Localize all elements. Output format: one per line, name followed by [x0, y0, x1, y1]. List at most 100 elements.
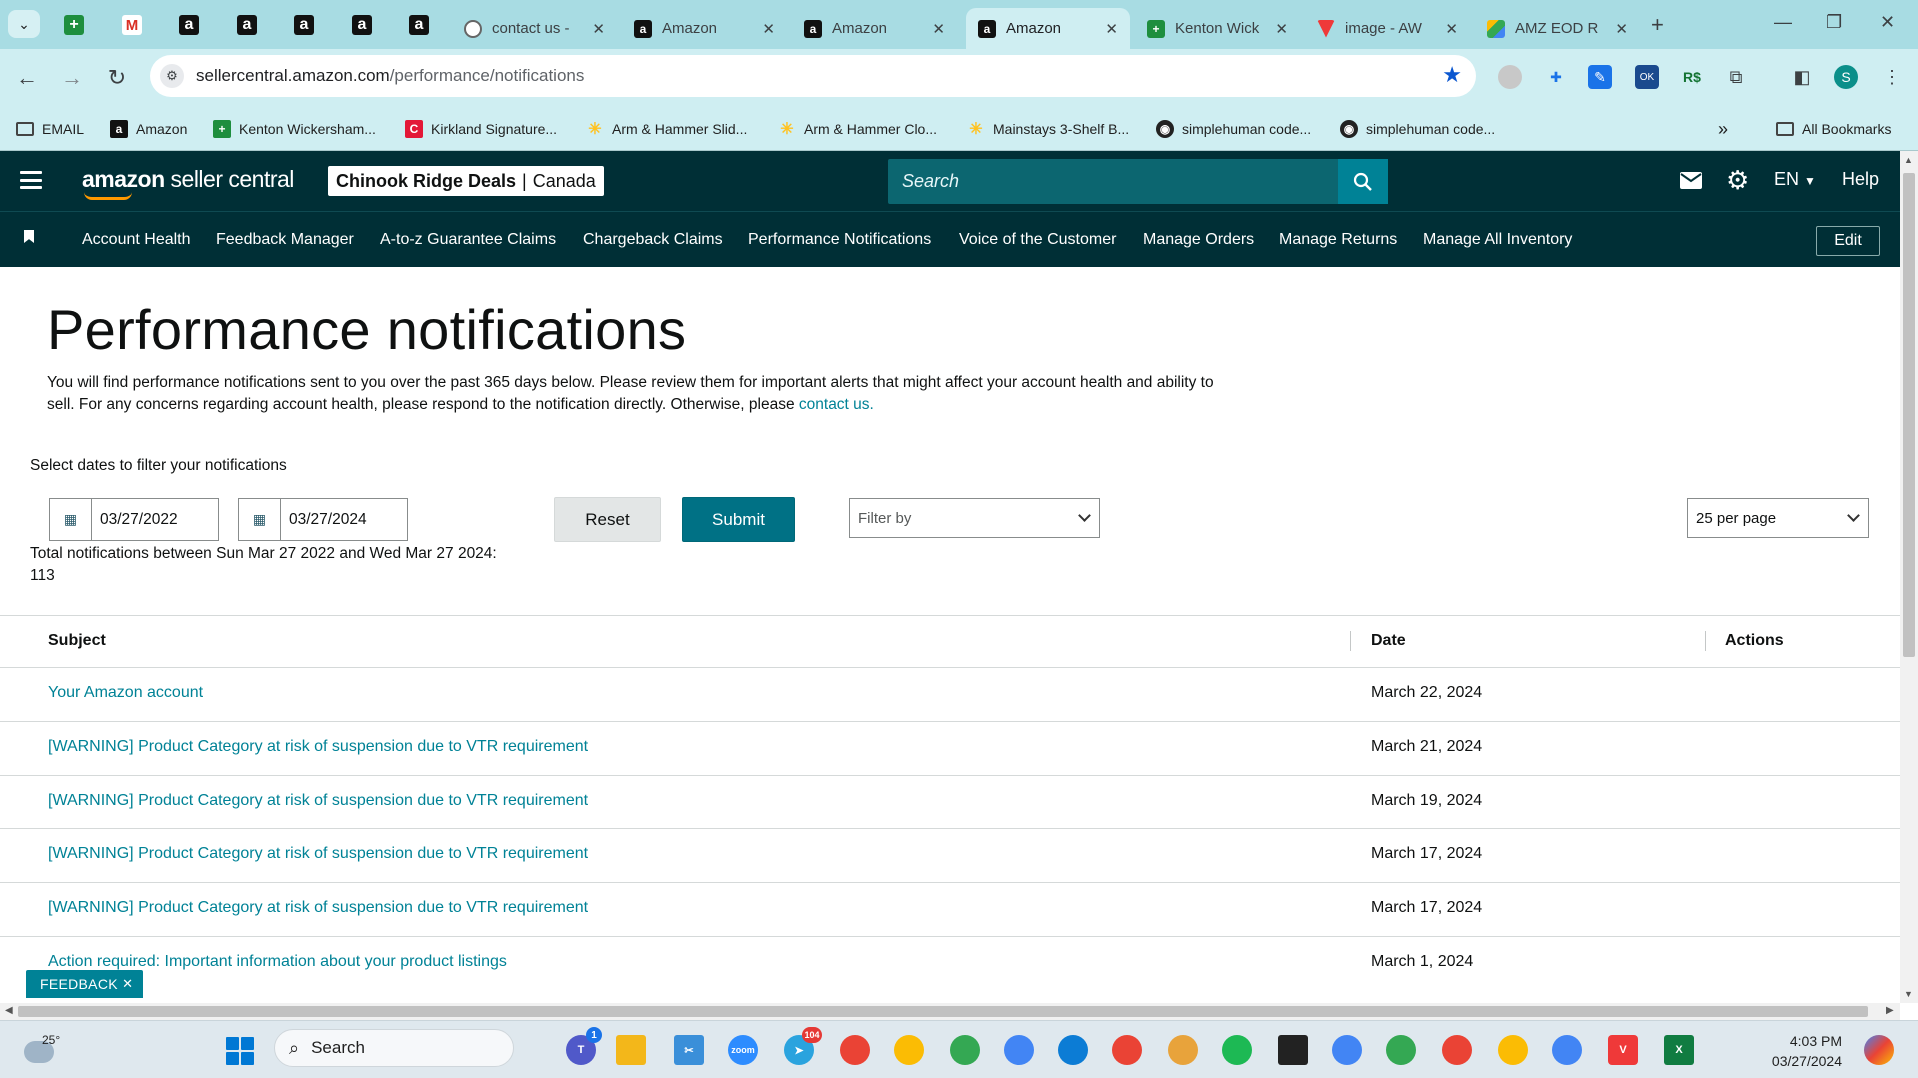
pinned-tab-amazon-4[interactable]: a — [348, 12, 376, 38]
close-tab-icon[interactable]: ✕ — [1275, 20, 1288, 38]
profile-avatar[interactable]: S — [1834, 65, 1858, 89]
tab-amazon-active[interactable]: a Amazon ✕ — [966, 8, 1130, 49]
bookmark-amazon[interactable]: a Amazon — [110, 117, 187, 141]
bookmark-simplehuman-2[interactable]: ◉ simplehuman code... — [1340, 117, 1495, 141]
site-info-icon[interactable]: ⚙ — [160, 64, 184, 88]
hamburger-menu-icon[interactable] — [20, 171, 42, 189]
back-button[interactable]: ← — [10, 61, 44, 95]
all-bookmarks[interactable]: All Bookmarks — [1776, 117, 1891, 141]
tab-contact-us[interactable]: contact us - ✕ — [452, 8, 617, 49]
forward-button[interactable]: → — [55, 61, 89, 95]
nav-account-health[interactable]: Account Health — [82, 231, 191, 249]
sticky-notes-icon[interactable] — [1278, 1035, 1308, 1065]
notification-subject-link[interactable]: Action required: Important information a… — [48, 953, 507, 971]
help-link[interactable]: Help — [1842, 169, 1879, 190]
notification-subject-link[interactable]: Your Amazon account — [48, 684, 203, 702]
app-icon[interactable] — [1168, 1035, 1198, 1065]
zoom-icon[interactable]: zoom — [728, 1035, 758, 1065]
contact-us-link[interactable]: contact us. — [799, 396, 874, 413]
nav-performance-notifications[interactable]: Performance Notifications — [748, 231, 931, 249]
vivaldi-icon[interactable]: V — [1608, 1035, 1638, 1065]
scroll-right-arrow-icon[interactable]: ▶ — [1886, 1005, 1894, 1016]
mail-icon[interactable] — [1680, 169, 1702, 195]
spotify-icon[interactable] — [1222, 1035, 1252, 1065]
close-tab-icon[interactable]: ✕ — [1445, 20, 1458, 38]
scroll-left-arrow-icon[interactable]: ◀ — [5, 1005, 13, 1016]
filter-by-select[interactable]: Filter by — [849, 498, 1100, 538]
tab-amz-eod[interactable]: AMZ EOD R ✕ — [1475, 8, 1640, 49]
extension-icon[interactable]: ✚ — [1544, 65, 1568, 89]
notification-subject-link[interactable]: [WARNING] Product Category at risk of su… — [48, 792, 588, 810]
feedback-button[interactable]: FEEDBACK ✕ — [26, 970, 144, 998]
bookmarks-overflow-icon[interactable]: » — [1718, 117, 1728, 141]
tab-kenton[interactable]: + Kenton Wick ✕ — [1135, 8, 1300, 49]
nav-feedback-manager[interactable]: Feedback Manager — [216, 231, 354, 249]
reset-button[interactable]: Reset — [554, 497, 661, 542]
chrome-profile-icon[interactable] — [1498, 1035, 1528, 1065]
chrome-profile-icon[interactable] — [894, 1035, 924, 1065]
extension-icon[interactable] — [1498, 65, 1522, 89]
maximize-button[interactable]: ❐ — [1826, 12, 1842, 33]
side-panel-icon[interactable]: ◧ — [1790, 65, 1814, 89]
scroll-up-arrow-icon[interactable]: ▲ — [1904, 155, 1913, 165]
seller-search-input[interactable] — [888, 159, 1338, 204]
snipping-tool-icon[interactable]: ✂ — [674, 1035, 704, 1065]
seller-central-logo[interactable]: amazon seller central — [82, 166, 294, 200]
address-bar[interactable]: ⚙ sellercentral.amazon.com/performance/n… — [150, 55, 1476, 97]
bookmark-arm-hammer-2[interactable]: ✳ Arm & Hammer Clo... — [778, 117, 937, 141]
per-page-select[interactable]: 25 per page — [1687, 498, 1869, 538]
chrome-profile-icon[interactable] — [1112, 1035, 1142, 1065]
close-tab-icon[interactable]: ✕ — [592, 20, 605, 38]
extension-icon[interactable]: ✎ — [1588, 65, 1612, 89]
chrome-profile-icon[interactable] — [950, 1035, 980, 1065]
calendar-icon[interactable]: ▦ — [50, 499, 92, 540]
copilot-icon[interactable] — [1864, 1035, 1894, 1065]
notification-subject-link[interactable]: [WARNING] Product Category at risk of su… — [48, 899, 588, 917]
bookmark-kenton[interactable]: + Kenton Wickersham... — [213, 117, 376, 141]
bookmark-icon[interactable] — [24, 230, 34, 243]
scrollbar-thumb[interactable] — [18, 1006, 1868, 1017]
minimize-button[interactable]: — — [1774, 12, 1792, 33]
nav-chargeback-claims[interactable]: Chargeback Claims — [583, 231, 723, 249]
menu-kebab-icon[interactable]: ⋮ — [1880, 65, 1904, 89]
horizontal-scrollbar[interactable]: ◀ ▶ — [0, 1003, 1900, 1020]
file-explorer-icon[interactable] — [616, 1035, 646, 1065]
notification-subject-link[interactable]: [WARNING] Product Category at risk of su… — [48, 845, 588, 863]
bookmark-kirkland[interactable]: C Kirkland Signature... — [405, 117, 557, 141]
close-tab-icon[interactable]: ✕ — [1105, 20, 1118, 38]
tab-amazon-1[interactable]: a Amazon ✕ — [622, 8, 787, 49]
close-tab-icon[interactable]: ✕ — [762, 20, 775, 38]
bookmark-mainstays[interactable]: ✳ Mainstays 3-Shelf B... — [967, 117, 1129, 141]
pinned-tab-amazon-2[interactable]: a — [233, 12, 261, 38]
start-button[interactable] — [226, 1037, 254, 1065]
vertical-scrollbar[interactable]: ▲ ▼ — [1900, 151, 1918, 1003]
nav-a-to-z-claims[interactable]: A-to-z Guarantee Claims — [380, 231, 556, 249]
nav-manage-all-inventory[interactable]: Manage All Inventory — [1423, 231, 1572, 249]
chrome-profile-icon[interactable] — [1386, 1035, 1416, 1065]
pinned-tab-sheets[interactable]: + — [60, 12, 88, 38]
start-date-input[interactable] — [92, 510, 212, 529]
pinned-tab-gmail[interactable]: M — [118, 12, 146, 38]
close-tab-icon[interactable]: ✕ — [1615, 20, 1628, 38]
bookmark-arm-hammer-1[interactable]: ✳ Arm & Hammer Slid... — [586, 117, 747, 141]
extension-rs-icon[interactable]: R$ — [1680, 65, 1704, 89]
chrome-profile-icon[interactable] — [1004, 1035, 1034, 1065]
language-selector[interactable]: EN ▼ — [1774, 169, 1816, 190]
edge-icon[interactable] — [1058, 1035, 1088, 1065]
tab-amazon-2[interactable]: a Amazon ✕ — [792, 8, 957, 49]
close-icon[interactable]: ✕ — [122, 976, 133, 992]
bookmark-star-icon[interactable]: ★ — [1442, 62, 1462, 88]
pinned-tab-amazon-1[interactable]: a — [175, 12, 203, 38]
nav-manage-returns[interactable]: Manage Returns — [1279, 231, 1397, 249]
notification-subject-link[interactable]: [WARNING] Product Category at risk of su… — [48, 738, 588, 756]
submit-button[interactable]: Submit — [682, 497, 795, 542]
tab-image[interactable]: image - AW ✕ — [1305, 8, 1470, 49]
chrome-profile-icon[interactable] — [1332, 1035, 1362, 1065]
store-selector[interactable]: Chinook Ridge Deals | Canada — [328, 166, 604, 196]
extension-ok-icon[interactable]: OK — [1635, 65, 1659, 89]
reload-button[interactable]: ↻ — [100, 61, 134, 95]
new-tab-button[interactable]: + — [1651, 12, 1664, 38]
bookmark-simplehuman-1[interactable]: ◉ simplehuman code... — [1156, 117, 1311, 141]
close-window-button[interactable]: ✕ — [1880, 12, 1895, 33]
excel-icon[interactable]: X — [1664, 1035, 1694, 1065]
